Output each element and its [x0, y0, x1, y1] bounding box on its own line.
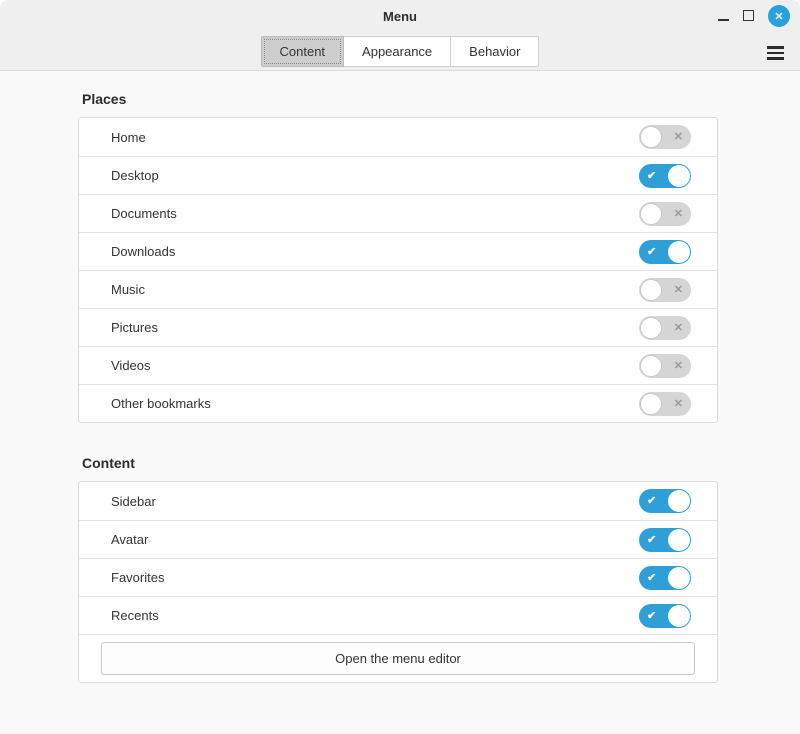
- cross-icon: ✕: [674, 392, 683, 416]
- row-label: Sidebar: [111, 494, 639, 509]
- section-heading-places: Places: [82, 91, 718, 107]
- tab-behavior[interactable]: Behavior: [451, 36, 539, 67]
- toggle-pictures[interactable]: ✔ ✕: [639, 316, 691, 340]
- row-label: Home: [111, 130, 639, 145]
- open-menu-editor-button[interactable]: Open the menu editor: [101, 642, 695, 675]
- cross-icon: ✕: [674, 354, 683, 378]
- row-label: Desktop: [111, 168, 639, 183]
- list-item-videos: Videos ✔ ✕: [79, 346, 717, 384]
- maximize-button[interactable]: [743, 0, 755, 32]
- section-heading-content: Content: [82, 455, 718, 471]
- toggle-knob: [640, 279, 662, 301]
- toggle-knob: [668, 165, 690, 187]
- tab-content[interactable]: Content: [261, 36, 345, 67]
- toggle-knob: [668, 567, 690, 589]
- list-item-documents: Documents ✔ ✕: [79, 194, 717, 232]
- minimize-icon: [718, 19, 729, 21]
- cross-icon: ✕: [674, 316, 683, 340]
- section-content: Content Sidebar ✔ ✕ Avatar ✔ ✕: [78, 455, 718, 683]
- check-icon: ✔: [647, 566, 656, 590]
- toggle-other-bookmarks[interactable]: ✔ ✕: [639, 392, 691, 416]
- menu-editor-button-row: Open the menu editor: [79, 634, 717, 682]
- toggle-knob: [640, 203, 662, 225]
- section-places: Places Home ✔ ✕ Desktop ✔ ✕: [78, 91, 718, 423]
- check-icon: ✔: [647, 528, 656, 552]
- titlebar[interactable]: Menu ✕: [0, 0, 800, 32]
- list-item-avatar: Avatar ✔ ✕: [79, 520, 717, 558]
- settings-window: Menu ✕ Content Appearance: [0, 0, 800, 734]
- list-item-pictures: Pictures ✔ ✕: [79, 308, 717, 346]
- toggle-knob: [640, 317, 662, 339]
- row-label: Pictures: [111, 320, 639, 335]
- toggle-knob: [668, 529, 690, 551]
- cross-icon: ✕: [674, 278, 683, 302]
- window-title: Menu: [383, 9, 417, 24]
- close-icon: ✕: [774, 10, 783, 23]
- toggle-knob: [640, 355, 662, 377]
- minimize-button[interactable]: [718, 0, 730, 32]
- tabbar: Content Appearance Behavior: [0, 36, 800, 67]
- maximize-icon: [743, 10, 754, 21]
- main-content: Places Home ✔ ✕ Desktop ✔ ✕: [0, 91, 800, 683]
- row-label: Recents: [111, 608, 639, 623]
- row-label: Other bookmarks: [111, 396, 639, 411]
- check-icon: ✔: [647, 240, 656, 264]
- tab-appearance-label: Appearance: [362, 44, 432, 59]
- check-icon: ✔: [647, 164, 656, 188]
- cross-icon: ✕: [674, 125, 683, 149]
- toggle-home[interactable]: ✔ ✕: [639, 125, 691, 149]
- row-label: Downloads: [111, 244, 639, 259]
- list-item-music: Music ✔ ✕: [79, 270, 717, 308]
- toggle-downloads[interactable]: ✔ ✕: [639, 240, 691, 264]
- list-item-favorites: Favorites ✔ ✕: [79, 558, 717, 596]
- tab-appearance[interactable]: Appearance: [344, 36, 451, 67]
- toggle-music[interactable]: ✔ ✕: [639, 278, 691, 302]
- row-label: Favorites: [111, 570, 639, 585]
- tab-behavior-label: Behavior: [469, 44, 520, 59]
- content-list: Sidebar ✔ ✕ Avatar ✔ ✕ F: [78, 481, 718, 683]
- row-label: Avatar: [111, 532, 639, 547]
- check-icon: ✔: [647, 489, 656, 513]
- list-item-desktop: Desktop ✔ ✕: [79, 156, 717, 194]
- toggle-avatar[interactable]: ✔ ✕: [639, 528, 691, 552]
- toggle-knob: [668, 605, 690, 627]
- toggle-knob: [640, 393, 662, 415]
- list-item-sidebar: Sidebar ✔ ✕: [79, 482, 717, 520]
- tab-content-label: Content: [280, 44, 326, 59]
- list-item-home: Home ✔ ✕: [79, 118, 717, 156]
- row-label: Documents: [111, 206, 639, 221]
- list-item-recents: Recents ✔ ✕: [79, 596, 717, 634]
- list-item-downloads: Downloads ✔ ✕: [79, 232, 717, 270]
- toggle-videos[interactable]: ✔ ✕: [639, 354, 691, 378]
- check-icon: ✔: [647, 604, 656, 628]
- row-label: Videos: [111, 358, 639, 373]
- row-label: Music: [111, 282, 639, 297]
- toggle-favorites[interactable]: ✔ ✕: [639, 566, 691, 590]
- toggle-knob: [668, 241, 690, 263]
- hamburger-menu-icon[interactable]: [767, 46, 784, 60]
- toggle-knob: [640, 126, 662, 148]
- window-controls: ✕: [718, 0, 790, 32]
- list-item-other-bookmarks: Other bookmarks ✔ ✕: [79, 384, 717, 422]
- toggle-desktop[interactable]: ✔ ✕: [639, 164, 691, 188]
- toggle-documents[interactable]: ✔ ✕: [639, 202, 691, 226]
- toggle-knob: [668, 490, 690, 512]
- header: Menu ✕ Content Appearance: [0, 0, 800, 71]
- close-button[interactable]: ✕: [768, 5, 790, 27]
- toggle-sidebar[interactable]: ✔ ✕: [639, 489, 691, 513]
- toggle-recents[interactable]: ✔ ✕: [639, 604, 691, 628]
- places-list: Home ✔ ✕ Desktop ✔ ✕ Doc: [78, 117, 718, 423]
- cross-icon: ✕: [674, 202, 683, 226]
- tab-group: Content Appearance Behavior: [261, 36, 540, 67]
